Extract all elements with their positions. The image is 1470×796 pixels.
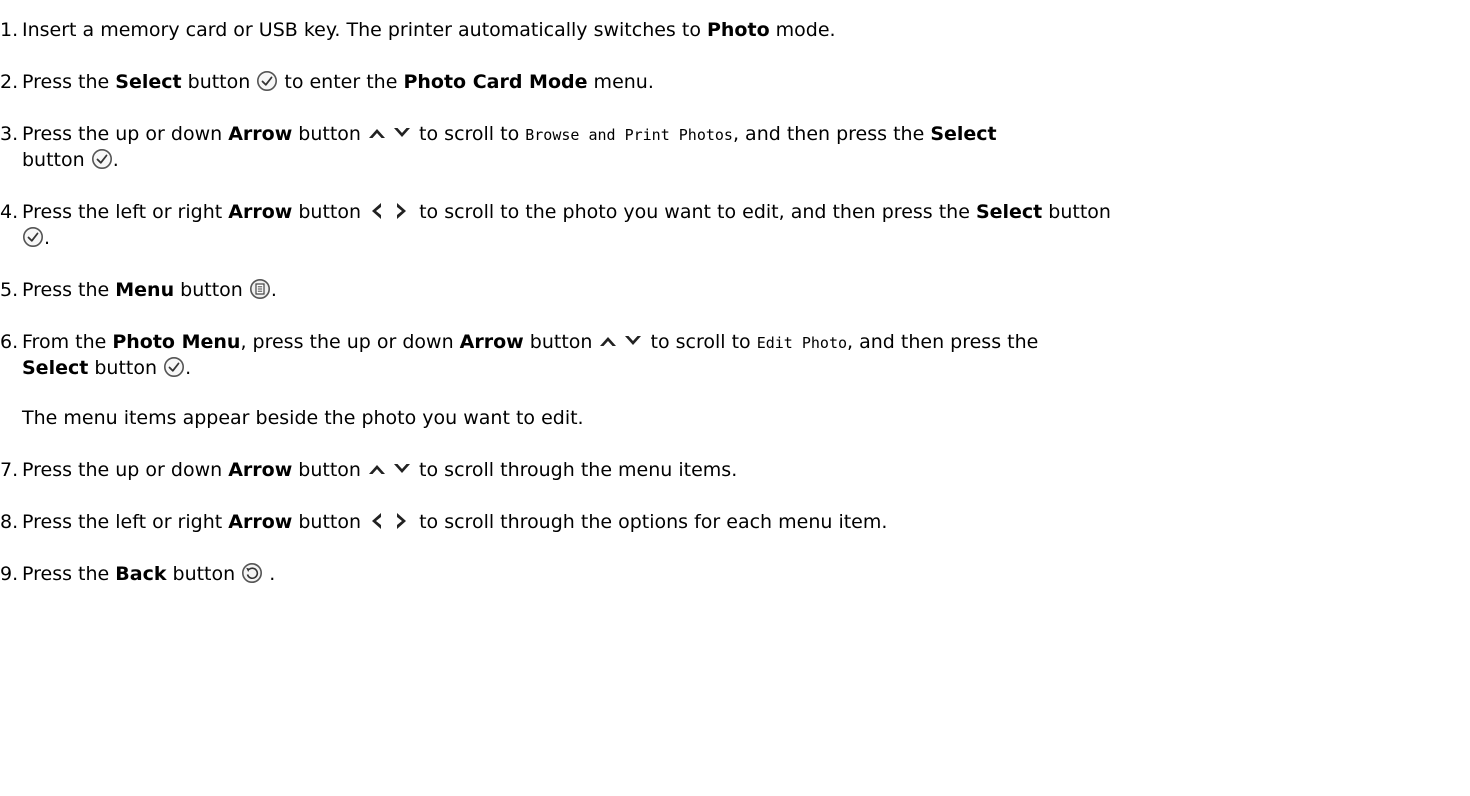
menu-button-icon [249,278,271,300]
step-text: button [22,149,91,171]
step-bold: Back [115,563,167,585]
step-text: to scroll to [644,331,757,353]
step-text: Press the [22,71,116,93]
step-bold: Menu [115,279,175,301]
step-text: button [292,201,368,223]
step-text: , and then press the [847,331,1039,353]
step-number: 6. [0,331,19,353]
step-bold: Photo Menu [112,331,241,353]
step-text: button [174,279,249,301]
step-text: Insert a memory card or USB key. The pri… [22,19,707,41]
step-text: , press the up or down [240,331,460,353]
back-button-icon [241,562,263,584]
step-text: to scroll to the photo you want to edit,… [413,201,976,223]
step-text: . [270,279,277,301]
left-right-arrow-icon [367,510,413,532]
step-bold: Select [22,357,89,379]
step-number: 3. [0,123,19,145]
step-bold: Arrow [228,511,293,533]
step-text: button [1042,201,1111,223]
step-bold: Photo [706,19,770,41]
step-text: button [88,357,164,379]
step-text: button [292,123,368,145]
select-button-icon [91,148,113,170]
left-right-arrow-icon [367,200,413,222]
step-text: Press the left or right [22,511,229,533]
step-number: 4. [0,201,19,223]
step-number: 5. [0,279,19,301]
step-text: to scroll to [413,123,526,145]
step-text: button [523,331,599,353]
step-text: . [185,357,192,379]
step-number: 9. [0,563,19,585]
select-button-icon [22,226,44,248]
step-bold: Arrow [228,459,293,481]
step-text: Press the up or down [22,459,229,481]
step-bold: Photo Card Mode [403,71,588,93]
step-text: button [292,459,368,481]
step-text: Press the left or right [22,201,229,223]
step-text: mode. [769,19,836,41]
step-text: . [44,227,51,249]
step-bold: Select [975,201,1043,223]
step-text: menu. [587,71,654,93]
step-text: . [112,149,119,171]
select-button-icon [256,70,278,92]
step-text: Press the [22,279,116,301]
menu-option-text: Edit Photo [756,334,848,352]
step-text: button [181,71,257,93]
step-number: 7. [0,459,19,481]
step-text: to scroll through the options for each m… [413,511,888,533]
step-text: Press the [22,563,116,585]
step-text: Press the up or down [22,123,229,145]
step-bold: Arrow [228,201,293,223]
step-bold: Select [115,71,182,93]
step-number: 1. [0,19,19,41]
step-text: button [166,563,242,585]
up-down-arrow-icon [367,459,413,479]
step-bold: Arrow [459,331,524,353]
step-text: to enter the [278,71,404,93]
step-number: 8. [0,511,19,533]
step-text: button [292,511,368,533]
up-down-arrow-icon [598,331,644,351]
step-text: . [263,563,276,585]
step-text: , and then press the [732,123,931,145]
menu-option-text: Browse and Print Photos [525,126,733,144]
note-text: The menu items appear beside the photo y… [22,407,584,429]
select-button-icon [163,356,185,378]
step-number: 2. [0,71,19,93]
step-bold: Select [930,123,997,145]
step-text: From the [22,331,113,353]
step-text: to scroll through the menu items. [413,459,738,481]
up-down-arrow-icon [367,123,413,143]
step-bold: Arrow [228,123,293,145]
